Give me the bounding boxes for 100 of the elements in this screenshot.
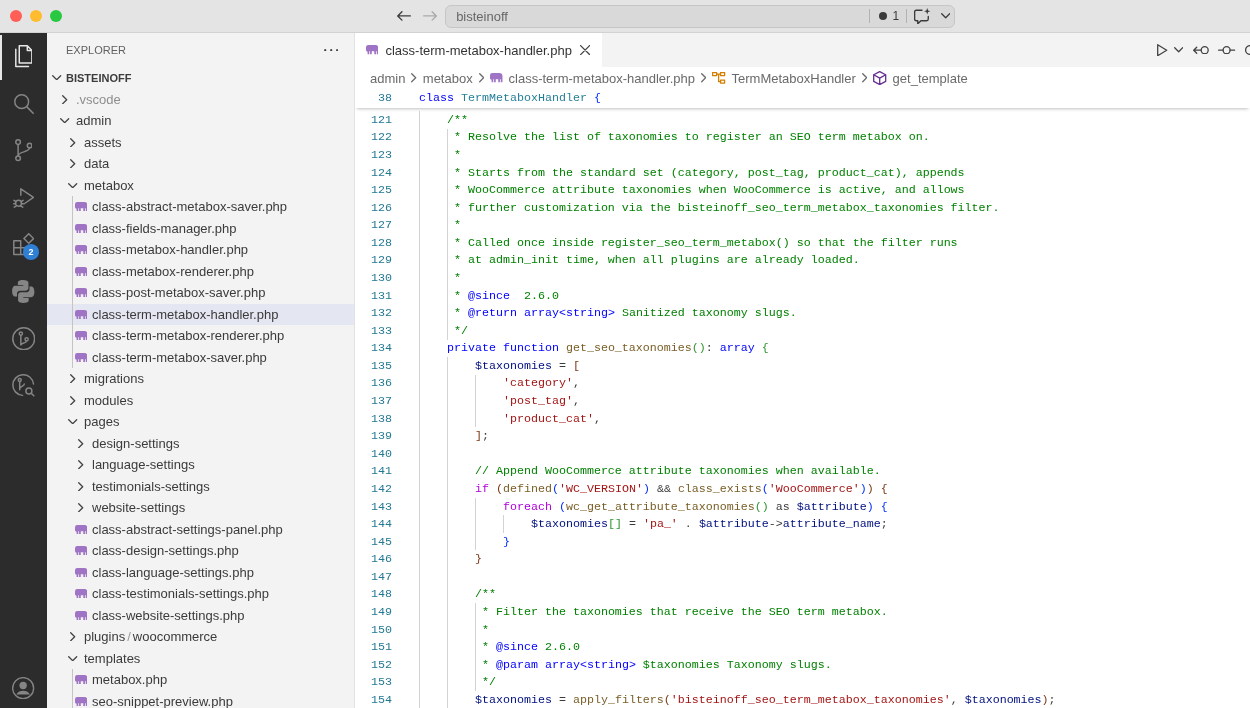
code-line: ]; bbox=[474, 429, 489, 444]
chevron-right-icon bbox=[700, 73, 707, 83]
file-item[interactable]: class-abstract-settings-panel.php bbox=[47, 518, 354, 540]
line-number: 132 bbox=[371, 306, 392, 321]
folder-item[interactable]: pages bbox=[47, 411, 354, 433]
indent-guide bbox=[502, 515, 504, 533]
line-number: 139 bbox=[371, 429, 392, 444]
breadcrumb-item[interactable]: TermMetaboxHandler bbox=[712, 70, 856, 86]
folder-item[interactable]: admin bbox=[47, 110, 354, 132]
folder-item[interactable]: templates bbox=[47, 647, 354, 669]
line-number: 136 bbox=[371, 376, 392, 391]
chat-sparkle-icon[interactable] bbox=[914, 7, 931, 25]
breadcrumb-item[interactable]: get_template bbox=[873, 70, 968, 86]
more-icon[interactable] bbox=[323, 48, 338, 52]
code-line: * @since 2.6.0 bbox=[481, 640, 580, 655]
search-icon[interactable] bbox=[13, 93, 34, 114]
notification-count: 2 bbox=[23, 244, 39, 260]
file-item[interactable]: class-post-metabox-saver.php bbox=[47, 282, 354, 304]
line-number: 124 bbox=[371, 165, 392, 180]
breadcrumb-item[interactable]: metabox bbox=[422, 70, 473, 86]
play-icon[interactable] bbox=[1157, 43, 1168, 57]
file-item[interactable]: class-abstract-metabox-saver.php bbox=[47, 196, 354, 218]
code-line: } bbox=[474, 552, 482, 567]
branch-icon[interactable] bbox=[14, 139, 33, 162]
code-line: * bbox=[454, 218, 461, 233]
code-line: * Called once inside register_seo_term_metabox() so that the filter runs bbox=[454, 235, 958, 250]
line-number: 134 bbox=[371, 341, 392, 356]
elephant-icon bbox=[74, 567, 88, 577]
code-line: $taxonomies = [ bbox=[474, 358, 580, 373]
connected-boxes-icon bbox=[712, 71, 726, 85]
elephant-icon bbox=[74, 352, 88, 362]
file-item[interactable]: class-metabox-renderer.php bbox=[47, 260, 354, 282]
sidebar-title: EXPLORER bbox=[66, 44, 126, 56]
code-line: * at admin_init time, when all plugins are already loaded. bbox=[454, 253, 860, 268]
code-line: 'post_tag', bbox=[502, 394, 580, 409]
file-item[interactable]: class-language-settings.php bbox=[47, 561, 354, 583]
python-icon[interactable] bbox=[12, 280, 35, 303]
file-item[interactable]: class-term-metabox-renderer.php bbox=[47, 325, 354, 347]
section-header[interactable]: BISTEINOFF bbox=[47, 67, 354, 89]
folder-item[interactable]: migrations bbox=[47, 368, 354, 390]
code-line: } bbox=[502, 534, 510, 549]
file-item[interactable]: class-metabox-handler.php bbox=[47, 239, 354, 261]
blocks-icon[interactable] bbox=[12, 233, 35, 256]
arrow-circle-icon[interactable] bbox=[1193, 45, 1210, 55]
editor-tab[interactable]: class-term-metabox-handler.php bbox=[355, 33, 603, 67]
folder-item[interactable]: assets bbox=[47, 131, 354, 153]
code-line: * Resolve the list of taxonomies to register an SEO term metabox on. bbox=[454, 130, 930, 145]
elephant-icon bbox=[74, 675, 88, 685]
folder-item[interactable]: data bbox=[47, 153, 354, 175]
file-item[interactable]: class-design-settings.php bbox=[47, 540, 354, 562]
elephant-icon bbox=[74, 589, 88, 599]
file-item[interactable]: class-fields-manager.php bbox=[47, 217, 354, 239]
files-icon[interactable] bbox=[14, 45, 33, 68]
file-item[interactable]: seo-snippet-preview.php bbox=[47, 690, 354, 708]
line-number: 150 bbox=[371, 622, 392, 637]
line-number: 146 bbox=[371, 552, 392, 567]
breadcrumb-item[interactable]: admin bbox=[370, 70, 406, 86]
code-line: */ bbox=[454, 323, 468, 338]
elephant-icon bbox=[74, 610, 88, 620]
folder-item[interactable]: design-settings bbox=[47, 432, 354, 454]
branch-search-icon[interactable] bbox=[12, 374, 35, 397]
code-line: foreach (wc_get_attribute_taxonomies() as $attribute) { bbox=[502, 499, 888, 514]
folder-item[interactable]: plugins/woocommerce bbox=[47, 626, 354, 648]
code-line: * Starts from the standard set (category, post_tag, product_cat), appends bbox=[454, 165, 965, 180]
elephant-icon bbox=[74, 266, 88, 276]
close-icon[interactable] bbox=[579, 44, 591, 56]
line-number: 153 bbox=[371, 675, 392, 690]
elephant-icon bbox=[74, 288, 88, 298]
breadcrumb-item[interactable]: class-term-metabox-handler.php bbox=[490, 70, 695, 86]
elephant-icon bbox=[74, 331, 88, 341]
elephant-icon bbox=[74, 524, 88, 534]
folder-item[interactable]: language-settings bbox=[47, 454, 354, 476]
file-item[interactable]: class-website-settings.php bbox=[47, 604, 354, 626]
code-line: * @param array<string> $taxonomies Taxonomy slugs. bbox=[481, 657, 832, 672]
account-icon[interactable] bbox=[12, 676, 35, 700]
chevron-down-icon[interactable] bbox=[1173, 47, 1183, 53]
file-item[interactable]: metabox.php bbox=[47, 669, 354, 691]
line-number: 145 bbox=[371, 534, 392, 549]
file-item[interactable]: class-term-metabox-handler.php bbox=[47, 303, 354, 325]
code-line: */ bbox=[481, 675, 496, 690]
code-line: * @since 2.6.0 bbox=[454, 288, 559, 303]
line-number: 143 bbox=[371, 499, 392, 514]
workspace-name[interactable]: bisteinoff bbox=[456, 8, 869, 24]
circle-branch-icon[interactable] bbox=[11, 326, 36, 351]
line-number: 151 bbox=[371, 640, 392, 655]
folder-item[interactable]: website-settings bbox=[47, 497, 354, 519]
count-label: 1 bbox=[892, 9, 900, 23]
file-item[interactable]: class-testimonials-settings.php bbox=[47, 583, 354, 605]
circle-line-icon[interactable] bbox=[1218, 45, 1236, 55]
elephant-icon bbox=[74, 696, 88, 706]
folder-item[interactable]: testimonials-settings bbox=[47, 475, 354, 497]
line-number: 130 bbox=[371, 271, 392, 285]
play-bug-icon[interactable] bbox=[12, 187, 35, 208]
folder-item[interactable]: modules bbox=[47, 389, 354, 411]
chevron-down-icon[interactable] bbox=[940, 13, 951, 19]
folder-item[interactable]: metabox bbox=[47, 174, 354, 196]
code-line: * further customization via the bisteinoff_seo_term_metabox_taxonomies filter. bbox=[454, 200, 1000, 215]
arrow-left-icon[interactable] bbox=[397, 11, 412, 21]
file-item[interactable]: class-term-metabox-saver.php bbox=[47, 346, 354, 368]
elephant-icon bbox=[490, 73, 503, 83]
